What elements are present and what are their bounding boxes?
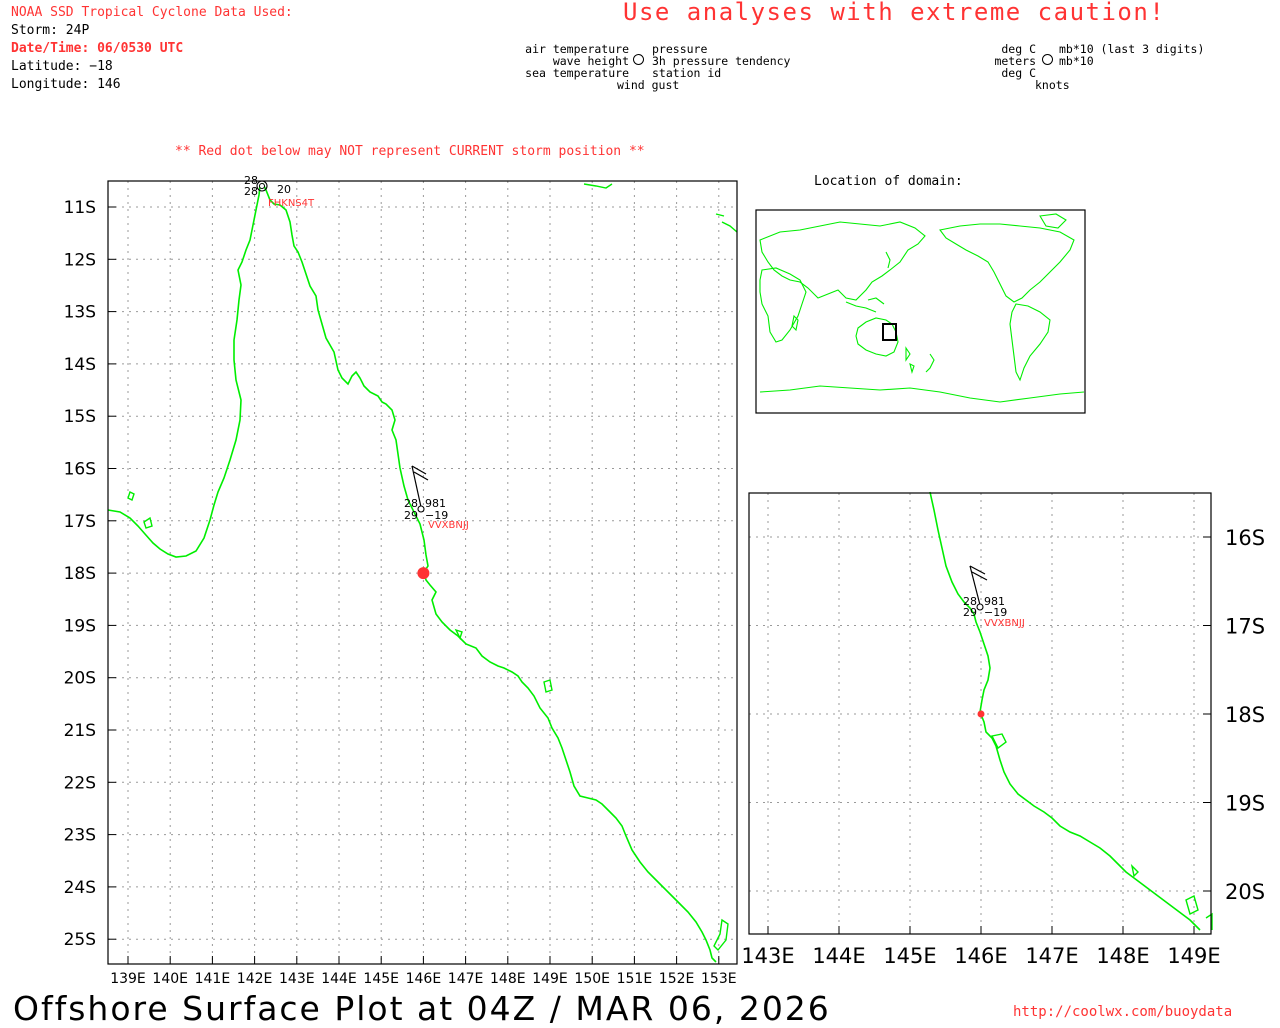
inset-world-map [755,209,1086,414]
station-tendency: 20 [277,183,291,196]
zoom-lon-label: 144E [812,944,865,968]
island-1 [127,491,135,501]
main-lat-label: 17S [64,512,96,532]
main-lon-label: 153E [701,971,737,987]
storm-position-dot-zoom[interactable] [977,710,985,718]
main-lat-label: 11S [64,198,96,218]
main-lon-label: 146E [406,971,442,987]
station-sea-temp: 28 [244,185,258,198]
main-lon-label: 148E [490,971,526,987]
zoom-lon-label: 149E [1167,944,1220,968]
main-lat-label: 14S [64,355,96,375]
zoom-map-lon-axis: 143E 144E 145E 146E 147E 148E 149E [741,926,1221,968]
zoom-lon-label: 146E [954,944,1007,968]
main-map-lon-axis: 139E 140E 141E 142E 143E 144E 145E 146E 147E 148E… [110,956,737,987]
zoom-map: 28 981 29 −19 VVXBNJJ 16S 17S 18S 19S 20S 14… [741,491,1265,968]
png-coast-3 [715,213,725,217]
main-lat-label: 24S [64,878,96,898]
main-lat-label: 20S [64,669,96,689]
main-lon-label: 151E [617,971,653,987]
main-lon-label: 140E [152,971,188,987]
zoom-lat-label: 20S [1225,880,1265,904]
station-sea-temp: 29 [404,509,418,522]
main-lat-label: 21S [64,721,96,741]
main-lat-label: 25S [64,930,96,950]
zoom-island-3 [1185,894,1199,916]
main-lat-label: 13S [64,303,96,323]
station-id: FHKNS4T [268,198,315,209]
main-lon-label: 145E [363,971,399,987]
storm-position-dot[interactable] [417,567,430,580]
zoom-island-1 [990,733,1007,750]
island-2 [143,516,153,529]
coastline-zoom [929,491,1201,931]
png-coast-1 [583,183,613,189]
zoom-lon-label: 143E [741,944,794,968]
zoom-lon-label: 145E [883,944,936,968]
zoom-map-lat-axis: 16S 17S 18S 19S 20S [1203,526,1265,904]
main-lat-label: 16S [64,460,96,480]
zoom-lon-label: 148E [1096,944,1149,968]
zoom-lat-label: 19S [1225,792,1265,816]
main-lon-label: 152E [659,971,695,987]
main-lat-label: 18S [64,564,96,584]
zoom-lat-label: 16S [1225,526,1265,550]
station-vvxbnjj-main[interactable]: 28 981 29 −19 VVXBNJJ [404,465,469,531]
map-canvas: 28 981 29 −19 VVXBNJJ 28 28 20 FHKNS4T 1… [64,174,1266,987]
png-coast-2 [721,221,738,233]
zoom-lat-label: 18S [1225,703,1265,727]
main-lon-label: 150E [574,971,610,987]
main-lat-label: 12S [64,250,96,270]
zoom-island-2 [1130,863,1139,878]
station-vvxbnjj-zoom[interactable]: 28 981 29 −19 VVXBNJJ [963,565,1025,629]
station-sea-temp: 29 [963,606,977,619]
island-4 [454,628,463,640]
main-lat-label: 22S [64,773,96,793]
main-lon-label: 147E [448,971,484,987]
footer-title: Offshore Surface Plot at 04Z / MAR 06, 2… [13,989,831,1028]
main-lat-label: 15S [64,407,96,427]
island-3 [543,679,553,693]
main-map: 28 981 29 −19 VVXBNJJ 28 28 20 FHKNS4T 1… [64,174,738,987]
station-id: VVXBNJJ [428,520,469,531]
main-lon-label: 141E [195,971,231,987]
footer-url[interactable]: http://coolwx.com/buoydata [1013,1004,1232,1020]
main-lat-label: 19S [64,616,96,636]
main-lon-label: 149E [532,971,568,987]
main-lon-label: 142E [237,971,273,987]
station-id: VVXBNJJ [984,618,1025,629]
main-lon-label: 139E [110,971,146,987]
main-lon-label: 143E [279,971,315,987]
zoom-lon-label: 147E [1025,944,1078,968]
zoom-lat-label: 17S [1225,615,1265,639]
main-lat-label: 23S [64,826,96,846]
main-lon-label: 144E [321,971,357,987]
island-5 [713,918,729,952]
